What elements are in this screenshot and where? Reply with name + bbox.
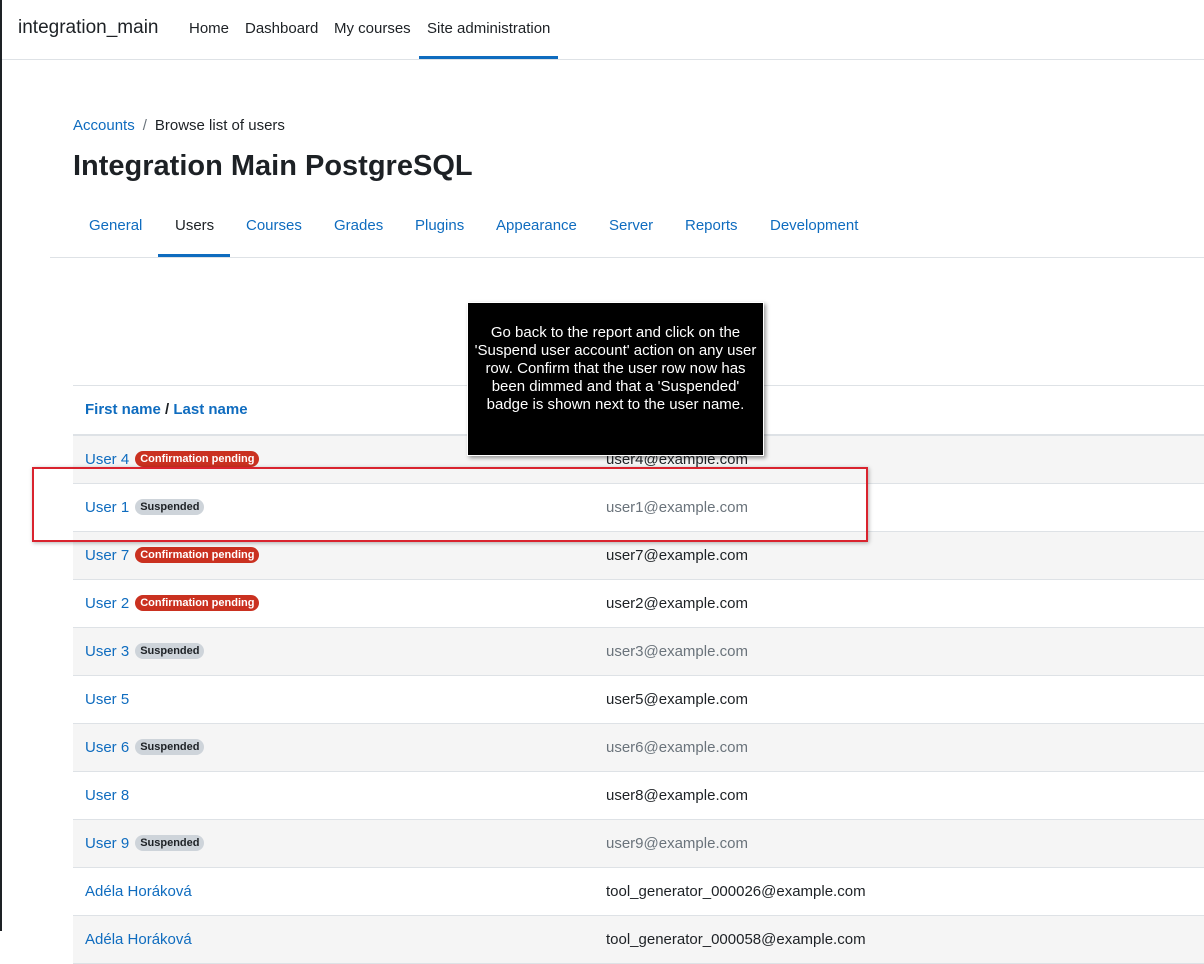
- cell-email: user7@example.com: [606, 547, 748, 564]
- user-name-link[interactable]: User 3: [85, 643, 129, 660]
- table-row: User 5 user5@example.com: [73, 676, 1204, 724]
- user-name-link[interactable]: User 2: [85, 595, 129, 612]
- table-row: Adéla Horáková tool_generator_000026@exam…: [73, 868, 1204, 916]
- nav-dashboard[interactable]: Dashboard: [245, 20, 318, 37]
- cell-fullname: User 8: [85, 787, 129, 804]
- confirmation-pending-badge: Confirmation pending: [135, 595, 260, 611]
- table-row: User 6 Suspended user6@example.com: [73, 724, 1204, 772]
- tab-users[interactable]: Users: [175, 217, 214, 234]
- cell-fullname: Adéla Horáková: [85, 931, 192, 948]
- top-navbar: integration_main Home Dashboard My cours…: [2, 0, 1204, 60]
- cell-email: user6@example.com: [606, 739, 748, 756]
- cell-fullname: User 2 Confirmation pending: [85, 595, 260, 612]
- table-row: User 2 Confirmation pending user2@example.…: [73, 580, 1204, 628]
- window-edge: [0, 0, 2, 931]
- cell-fullname: User 7 Confirmation pending: [85, 547, 260, 564]
- cell-email: user8@example.com: [606, 787, 748, 804]
- cell-email: user3@example.com: [606, 643, 748, 660]
- cell-fullname: Adéla Horáková: [85, 883, 192, 900]
- nav-active-indicator: [419, 56, 558, 59]
- sort-first-name[interactable]: First name: [85, 401, 161, 418]
- tab-general[interactable]: General: [89, 217, 142, 234]
- breadcrumb-accounts[interactable]: Accounts: [73, 117, 135, 134]
- suspended-badge: Suspended: [135, 739, 205, 755]
- tab-active-indicator: [158, 254, 230, 257]
- page-title: Integration Main PostgreSQL: [73, 150, 473, 182]
- cell-email: tool_generator_000026@example.com: [606, 883, 866, 900]
- tab-plugins[interactable]: Plugins: [415, 217, 464, 234]
- breadcrumb: Accounts / Browse list of users: [73, 117, 285, 134]
- cell-fullname: User 9 Suspended: [85, 835, 205, 852]
- confirmation-pending-badge: Confirmation pending: [135, 451, 260, 467]
- suspended-badge: Suspended: [135, 835, 205, 851]
- user-name-link[interactable]: User 7: [85, 547, 129, 564]
- tab-courses[interactable]: Courses: [246, 217, 302, 234]
- cell-email: user2@example.com: [606, 595, 748, 612]
- user-name-link[interactable]: User 8: [85, 787, 129, 804]
- table-row: User 8 user8@example.com: [73, 772, 1204, 820]
- nav-home[interactable]: Home: [189, 20, 229, 37]
- instruction-tooltip: Go back to the report and click on the '…: [467, 302, 764, 456]
- breadcrumb-separator: /: [142, 117, 147, 134]
- cell-fullname: User 6 Suspended: [85, 739, 205, 756]
- user-name-link[interactable]: Adéla Horáková: [85, 931, 192, 948]
- user-name-link[interactable]: User 9: [85, 835, 129, 852]
- suspended-badge: Suspended: [135, 643, 205, 659]
- table-row: User 3 Suspended user3@example.com: [73, 628, 1204, 676]
- column-header-name: First name / Last name: [85, 401, 248, 418]
- sort-last-name[interactable]: Last name: [173, 401, 247, 418]
- tab-server[interactable]: Server: [609, 217, 653, 234]
- tab-grades[interactable]: Grades: [334, 217, 383, 234]
- nav-my-courses[interactable]: My courses: [334, 20, 411, 37]
- cell-fullname: User 4 Confirmation pending: [85, 451, 260, 468]
- nav-site-administration[interactable]: Site administration: [427, 20, 550, 37]
- breadcrumb-current: Browse list of users: [154, 117, 285, 134]
- user-name-link[interactable]: User 6: [85, 739, 129, 756]
- highlight-box: [32, 467, 868, 542]
- cell-fullname: User 3 Suspended: [85, 643, 205, 660]
- tab-reports[interactable]: Reports: [685, 217, 738, 234]
- cell-fullname: User 5: [85, 691, 129, 708]
- admin-tabs: General Users Courses Grades Plugins App…: [50, 200, 1204, 258]
- user-name-link[interactable]: Adéla Horáková: [85, 883, 192, 900]
- tab-appearance[interactable]: Appearance: [496, 217, 577, 234]
- cell-email: user9@example.com: [606, 835, 748, 852]
- user-name-link[interactable]: User 4: [85, 451, 129, 468]
- header-slash: /: [160, 401, 174, 418]
- table-row: Adéla Horáková tool_generator_000058@exam…: [73, 916, 1204, 964]
- cell-email: tool_generator_000058@example.com: [606, 931, 866, 948]
- cell-email: user5@example.com: [606, 691, 748, 708]
- user-name-link[interactable]: User 5: [85, 691, 129, 708]
- tab-development[interactable]: Development: [770, 217, 858, 234]
- site-brand[interactable]: integration_main: [18, 17, 158, 39]
- table-row: User 9 Suspended user9@example.com: [73, 820, 1204, 868]
- confirmation-pending-badge: Confirmation pending: [135, 547, 260, 563]
